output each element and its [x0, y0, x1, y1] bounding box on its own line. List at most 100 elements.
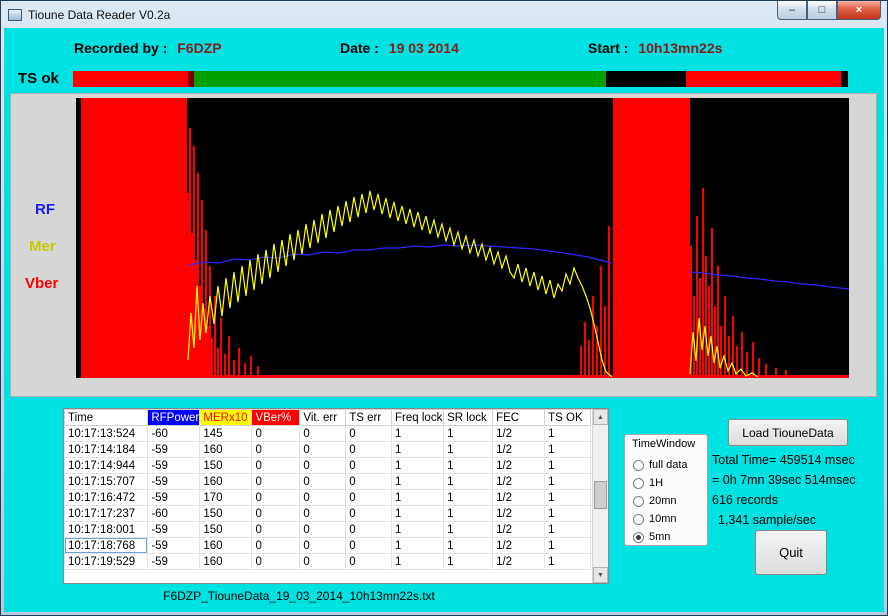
table-cell[interactable]: 0 [252, 442, 300, 458]
table-cell[interactable]: 0 [252, 554, 300, 570]
table-cell[interactable]: 1 [444, 442, 493, 458]
table-cell[interactable]: 0 [346, 474, 392, 490]
table-cell[interactable]: 0 [346, 442, 392, 458]
table-cell[interactable]: -59 [148, 554, 200, 570]
table-cell[interactable]: 0 [346, 490, 392, 506]
table-cell[interactable]: 1 [392, 538, 444, 554]
table-cell[interactable]: 170 [200, 490, 252, 506]
table-cell[interactable]: 0 [346, 522, 392, 538]
table-cell[interactable]: 10:17:17:237 [65, 506, 148, 522]
table-cell[interactable]: 1/2 [493, 490, 545, 506]
table-cell[interactable]: 10:17:13:524 [65, 426, 148, 442]
table-cell[interactable]: 145 [200, 426, 252, 442]
table-cell[interactable]: 1/2 [493, 538, 545, 554]
table-cell[interactable]: -59 [148, 474, 200, 490]
table-cell[interactable]: 0 [252, 490, 300, 506]
table-cell[interactable]: 0 [252, 426, 300, 442]
table-cell[interactable]: 1 [392, 458, 444, 474]
table-cell[interactable]: 0 [346, 554, 392, 570]
table-cell[interactable]: 10:17:16:472 [65, 490, 148, 506]
table-cell[interactable]: 1 [392, 442, 444, 458]
table-cell[interactable]: -59 [148, 490, 200, 506]
radio-icon[interactable] [633, 514, 644, 525]
table-cell[interactable]: 0 [300, 554, 346, 570]
table-cell[interactable]: 160 [200, 474, 252, 490]
table-cell[interactable]: 0 [252, 538, 300, 554]
table-cell[interactable]: 1 [444, 458, 493, 474]
scroll-up-icon[interactable]: ▲ [593, 409, 608, 425]
table-cell[interactable]: 0 [346, 458, 392, 474]
table-cell[interactable]: 1/2 [493, 522, 545, 538]
table-row[interactable]: 10:17:13:524-60145000111/21 [65, 426, 591, 442]
column-header[interactable]: Vit. err [300, 410, 346, 426]
table-cell[interactable]: 1/2 [493, 554, 545, 570]
column-header[interactable]: TS OK [545, 410, 591, 426]
timewindow-option-5mn[interactable]: 5mn [633, 528, 705, 546]
table-cell[interactable]: 1 [444, 538, 493, 554]
table-cell[interactable]: 1 [392, 474, 444, 490]
column-header[interactable]: MERx10 [200, 410, 252, 426]
column-header[interactable]: SR lock [444, 410, 493, 426]
table-cell[interactable]: 150 [200, 458, 252, 474]
table-cell[interactable]: 0 [300, 506, 346, 522]
column-header[interactable]: FEC [493, 410, 545, 426]
table-cell[interactable]: 0 [300, 522, 346, 538]
column-header[interactable]: RFPower [148, 410, 200, 426]
table-cell[interactable]: 0 [252, 522, 300, 538]
table-cell[interactable]: 1 [392, 554, 444, 570]
table-cell[interactable]: 10:17:18:001 [65, 522, 148, 538]
timewindow-option-10mn[interactable]: 10mn [633, 510, 705, 528]
table-cell[interactable]: -59 [148, 538, 200, 554]
table-cell[interactable]: 1 [444, 506, 493, 522]
table-cell[interactable]: 0 [252, 506, 300, 522]
column-header[interactable]: VBer% [252, 410, 300, 426]
table-cell[interactable]: 10:17:18:768 [65, 538, 148, 554]
table-cell[interactable]: 0 [346, 426, 392, 442]
table-cell[interactable]: 1 [392, 522, 444, 538]
timewindow-option-full-data[interactable]: full data [633, 456, 705, 474]
load-tiounedata-button[interactable]: Load TiouneData [728, 419, 848, 446]
table-cell[interactable]: 0 [252, 474, 300, 490]
table-cell[interactable]: 1/2 [493, 506, 545, 522]
table-cell[interactable]: -59 [148, 522, 200, 538]
table-cell[interactable]: 0 [300, 458, 346, 474]
table-cell[interactable]: 0 [300, 474, 346, 490]
minimize-button[interactable]: – [777, 1, 807, 20]
table-cell[interactable]: 0 [300, 442, 346, 458]
table-cell[interactable]: 1/2 [493, 474, 545, 490]
table-cell[interactable]: 1 [545, 442, 591, 458]
radio-icon[interactable] [633, 460, 644, 471]
table-cell[interactable]: 0 [346, 506, 392, 522]
table-cell[interactable]: 1 [545, 554, 591, 570]
table-cell[interactable]: 1 [545, 458, 591, 474]
table-row[interactable]: 10:17:15:707-59160000111/21 [65, 474, 591, 490]
table-cell[interactable]: -59 [148, 442, 200, 458]
table-cell[interactable]: 1/2 [493, 442, 545, 458]
table-cell[interactable]: 1 [444, 554, 493, 570]
table-cell[interactable]: 1 [545, 426, 591, 442]
table-cell[interactable]: 160 [200, 442, 252, 458]
table-cell[interactable]: 1 [545, 538, 591, 554]
maximize-button[interactable]: □ [807, 1, 837, 20]
column-header[interactable]: Freq lock [392, 410, 444, 426]
table-cell[interactable]: 150 [200, 506, 252, 522]
table-cell[interactable]: 1 [392, 490, 444, 506]
close-button[interactable]: × [837, 1, 881, 20]
table-row[interactable]: 10:17:19:529-59160000111/21 [65, 554, 591, 570]
table-cell[interactable]: 1 [444, 426, 493, 442]
timewindow-option-20mn[interactable]: 20mn [633, 492, 705, 510]
table-cell[interactable]: 0 [300, 490, 346, 506]
table-cell[interactable]: 1 [444, 474, 493, 490]
table-cell[interactable]: 160 [200, 554, 252, 570]
table-row[interactable]: 10:17:14:944-59150000111/21 [65, 458, 591, 474]
table-row[interactable]: 10:17:18:768-59160000111/21 [65, 538, 591, 554]
table-cell[interactable]: 10:17:14:184 [65, 442, 148, 458]
quit-button[interactable]: Quit [755, 530, 827, 575]
table-cell[interactable]: 1/2 [493, 458, 545, 474]
table-cell[interactable]: 1 [392, 426, 444, 442]
table-cell[interactable]: 1 [545, 522, 591, 538]
table-cell[interactable]: -60 [148, 506, 200, 522]
timewindow-option-1H[interactable]: 1H [633, 474, 705, 492]
table-cell[interactable]: -59 [148, 458, 200, 474]
table-scrollbar[interactable]: ▲ ▼ [592, 409, 608, 583]
